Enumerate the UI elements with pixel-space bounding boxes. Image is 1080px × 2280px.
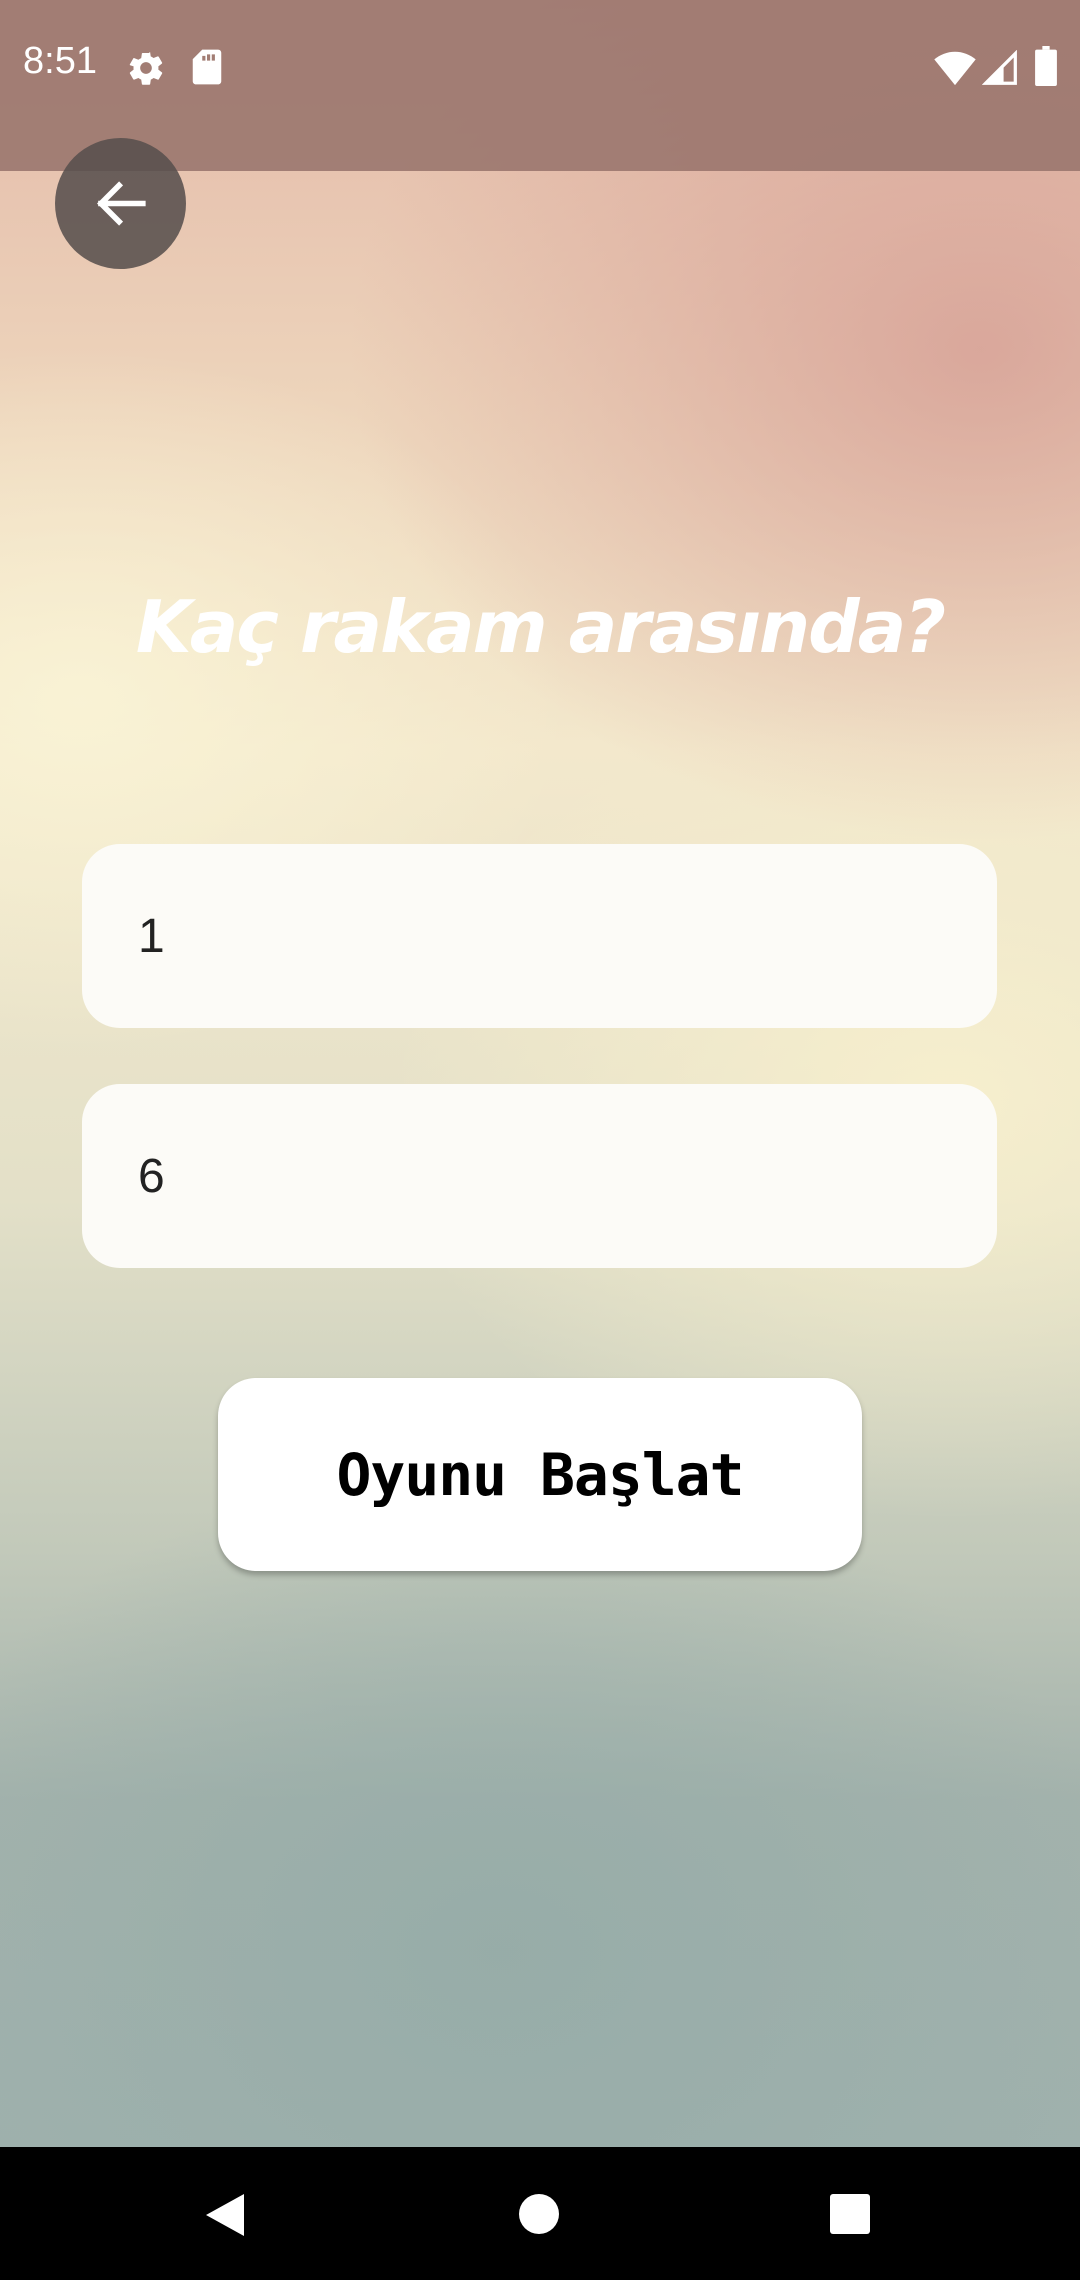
wifi-icon — [933, 50, 977, 90]
max-number-field[interactable] — [82, 1084, 997, 1268]
page-title: Kaç rakam arasında? — [135, 585, 946, 669]
status-time: 8:51 — [23, 40, 97, 82]
min-number-input[interactable] — [138, 908, 938, 964]
arrow-left-icon — [97, 181, 146, 226]
signal-icon — [981, 49, 1018, 90]
screen: 8:51 Kaç rakam arasında? 1 6 Oyunu Başla… — [0, 0, 1080, 2280]
back-button[interactable] — [55, 138, 186, 269]
start-game-button[interactable]: Oyunu Başlat — [218, 1378, 862, 1571]
home-circle-icon[interactable] — [518, 2193, 560, 2239]
min-number-field[interactable] — [82, 844, 997, 1028]
max-number-input[interactable] — [138, 1148, 938, 1204]
status-bar: 8:51 — [0, 0, 1080, 171]
navigation-bar — [0, 2147, 1080, 2280]
gear-icon — [126, 48, 166, 92]
sd-card-icon — [190, 48, 224, 90]
back-triangle-icon[interactable] — [204, 2192, 246, 2242]
battery-icon — [1035, 46, 1057, 90]
recents-square-icon[interactable] — [829, 2194, 871, 2238]
